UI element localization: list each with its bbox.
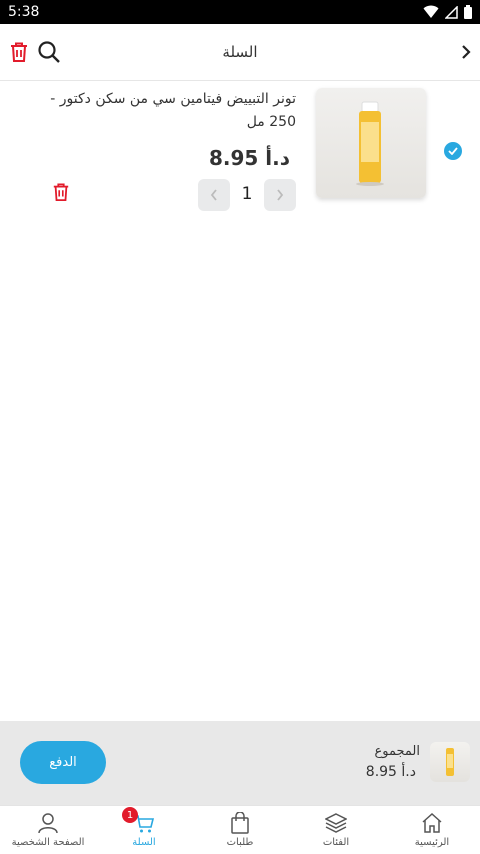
status-time: 5:38 (8, 4, 40, 20)
total-label: المجموع (374, 744, 420, 759)
wifi-icon (423, 5, 439, 18)
nav-orders[interactable]: طلبات (192, 806, 288, 854)
page-title: السلة (222, 43, 258, 61)
home-icon (422, 812, 442, 833)
nav-home-label: الرئيسية (414, 837, 450, 848)
chevron-right-icon (462, 45, 471, 59)
nav-cart[interactable]: 1 السلة (96, 806, 192, 854)
product-bottle-image (446, 748, 454, 776)
signal-icon (445, 5, 458, 19)
nav-profile[interactable]: الصفحة الشخصية (0, 806, 96, 854)
layers-icon (325, 813, 347, 833)
remove-item-button[interactable] (50, 180, 72, 204)
nav-categories-label: الفئات (322, 837, 350, 848)
chevron-right-icon (277, 189, 284, 201)
item-select-checkbox[interactable] (444, 142, 462, 160)
cart-item: تونر التبييض فيتامين سي من سكن دكتور - 2… (0, 88, 480, 218)
battery-icon (464, 5, 472, 19)
check-icon (448, 147, 458, 155)
quantity-decrease-button[interactable] (198, 179, 230, 211)
shopping-bag-icon (231, 812, 249, 834)
chevron-left-icon (210, 189, 217, 201)
product-price: د.أ 8.95 (208, 146, 290, 170)
top-app-bar: السلة (0, 24, 480, 81)
bottom-navigation: الصفحة الشخصية 1 السلة طلبات الفئات الرئ… (0, 805, 480, 854)
status-bar: 5:38 (0, 0, 480, 24)
total-value: د.أ 8.95 (365, 764, 416, 780)
status-icons (423, 5, 472, 19)
quantity-value: 1 (241, 184, 253, 204)
checkout-button[interactable]: الدفع (20, 741, 106, 784)
summary-product-thumbnail (430, 742, 470, 782)
back-button[interactable] (456, 42, 476, 62)
product-name[interactable]: تونر التبييض فيتامين سي من سكن دكتور - 2… (46, 88, 296, 134)
nav-orders-label: طلبات (226, 837, 254, 848)
product-bottle-image (356, 101, 384, 186)
nav-home[interactable]: الرئيسية (384, 806, 480, 854)
product-thumbnail[interactable] (316, 88, 426, 198)
nav-profile-label: الصفحة الشخصية (11, 837, 85, 848)
nav-cart-label: السلة (132, 837, 156, 848)
checkout-panel: الدفع المجموع د.أ 8.95 (0, 721, 480, 805)
quantity-increase-button[interactable] (264, 179, 296, 211)
nav-categories[interactable]: الفئات (288, 806, 384, 854)
trash-icon (53, 183, 69, 201)
cart-badge: 1 (122, 807, 138, 823)
person-icon (38, 813, 58, 834)
